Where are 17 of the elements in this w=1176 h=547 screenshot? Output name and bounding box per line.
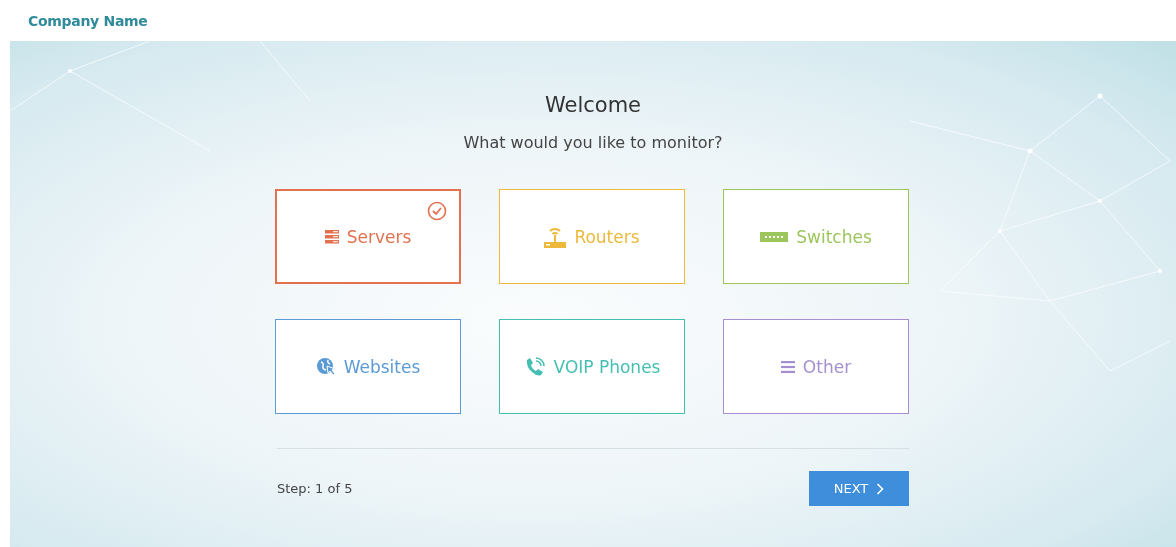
- option-card[interactable]: VOIP Phones: [499, 319, 685, 414]
- step-indicator: Step: 1 of 5: [277, 481, 353, 496]
- option-card[interactable]: Websites: [275, 319, 461, 414]
- globe-cursor-icon: [315, 356, 336, 377]
- option-card[interactable]: Switches: [723, 189, 909, 284]
- server-icon: [324, 229, 339, 244]
- welcome-title: Welcome: [544, 93, 642, 117]
- company-name: Company Name: [28, 13, 148, 29]
- option-card[interactable]: Routers: [499, 189, 685, 284]
- option-card[interactable]: Other: [723, 319, 909, 414]
- next-button[interactable]: NEXT: [809, 471, 909, 506]
- menu-icon: [780, 360, 795, 373]
- option-card[interactable]: Servers: [275, 189, 461, 284]
- checkmark-icon: [427, 201, 447, 221]
- chevron-right-icon: [876, 482, 885, 495]
- network-switch-icon: [760, 231, 789, 242]
- question-text: What would you like to monitor?: [463, 133, 723, 152]
